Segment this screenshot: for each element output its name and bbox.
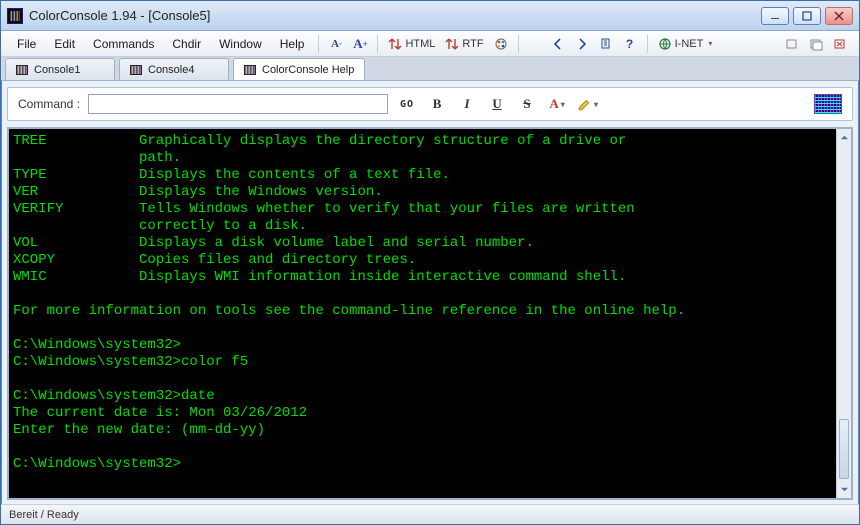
vertical-scrollbar[interactable] [836,127,853,500]
tab-colorconsole-help[interactable]: ColorConsole Help [233,58,365,80]
menu-help[interactable]: Help [272,34,313,54]
scroll-down-button[interactable] [837,481,851,498]
command-label: Command : [18,97,80,111]
export-rtf-button[interactable]: RTF [441,33,487,55]
menu-file[interactable]: File [9,34,44,54]
app-icon [7,8,23,24]
inet-dropdown[interactable]: I-NET [654,33,717,55]
console-preview-icon[interactable] [814,94,842,114]
console-output[interactable]: TREE Graphically displays the directory … [7,127,836,500]
status-bar: Bereit / Ready [1,504,859,524]
command-input[interactable] [88,94,388,114]
font-color-button[interactable]: A [546,94,568,114]
italic-button[interactable]: I [456,94,478,114]
command-toolbar: Command : GO B I U S A [7,87,853,121]
tab-bar: Console1 Console4 ColorConsole Help [1,57,859,81]
font-decrease-button[interactable]: A- [325,33,347,55]
close-button[interactable] [825,7,853,25]
title-bar: ColorConsole 1.94 - [Console5] [1,1,859,31]
tab-close-button[interactable] [829,33,851,55]
color-palette-button[interactable] [490,33,512,55]
strike-button[interactable]: S [516,94,538,114]
tab-label: ColorConsole Help [262,64,354,76]
console-icon [244,65,256,75]
go-button[interactable]: GO [396,94,418,114]
tab-label: Console4 [148,64,194,76]
nav-forward-button[interactable] [571,33,593,55]
console-wrap: TREE Graphically displays the directory … [7,127,853,500]
underline-button[interactable]: U [486,94,508,114]
minimize-button[interactable] [761,7,789,25]
console-icon [16,65,28,75]
bold-button[interactable]: B [426,94,448,114]
tab-dup-button[interactable] [805,33,827,55]
console-icon [130,65,142,75]
tab-console1[interactable]: Console1 [5,58,115,80]
scroll-track[interactable] [837,146,851,481]
help-button[interactable]: ? [619,33,641,55]
menu-edit[interactable]: Edit [46,34,83,54]
scroll-up-button[interactable] [837,129,851,146]
export-html-button[interactable]: HTML [384,33,439,55]
window-title: ColorConsole 1.94 - [Console5] [29,8,761,23]
app-window: ColorConsole 1.94 - [Console5] File Edit… [0,0,860,525]
status-text: Bereit / Ready [9,509,79,521]
scroll-thumb[interactable] [839,419,849,479]
copy-button[interactable] [595,33,617,55]
nav-back-button[interactable] [547,33,569,55]
menu-chdir[interactable]: Chdir [164,34,209,54]
menu-commands[interactable]: Commands [85,34,162,54]
maximize-button[interactable] [793,7,821,25]
menu-bar: File Edit Commands Chdir Window Help A- … [1,31,859,57]
tab-label: Console1 [34,64,80,76]
tab-new-button[interactable] [781,33,803,55]
tab-console4[interactable]: Console4 [119,58,229,80]
menu-window[interactable]: Window [211,34,270,54]
font-increase-button[interactable]: A+ [349,33,371,55]
highlight-button[interactable] [576,94,598,114]
